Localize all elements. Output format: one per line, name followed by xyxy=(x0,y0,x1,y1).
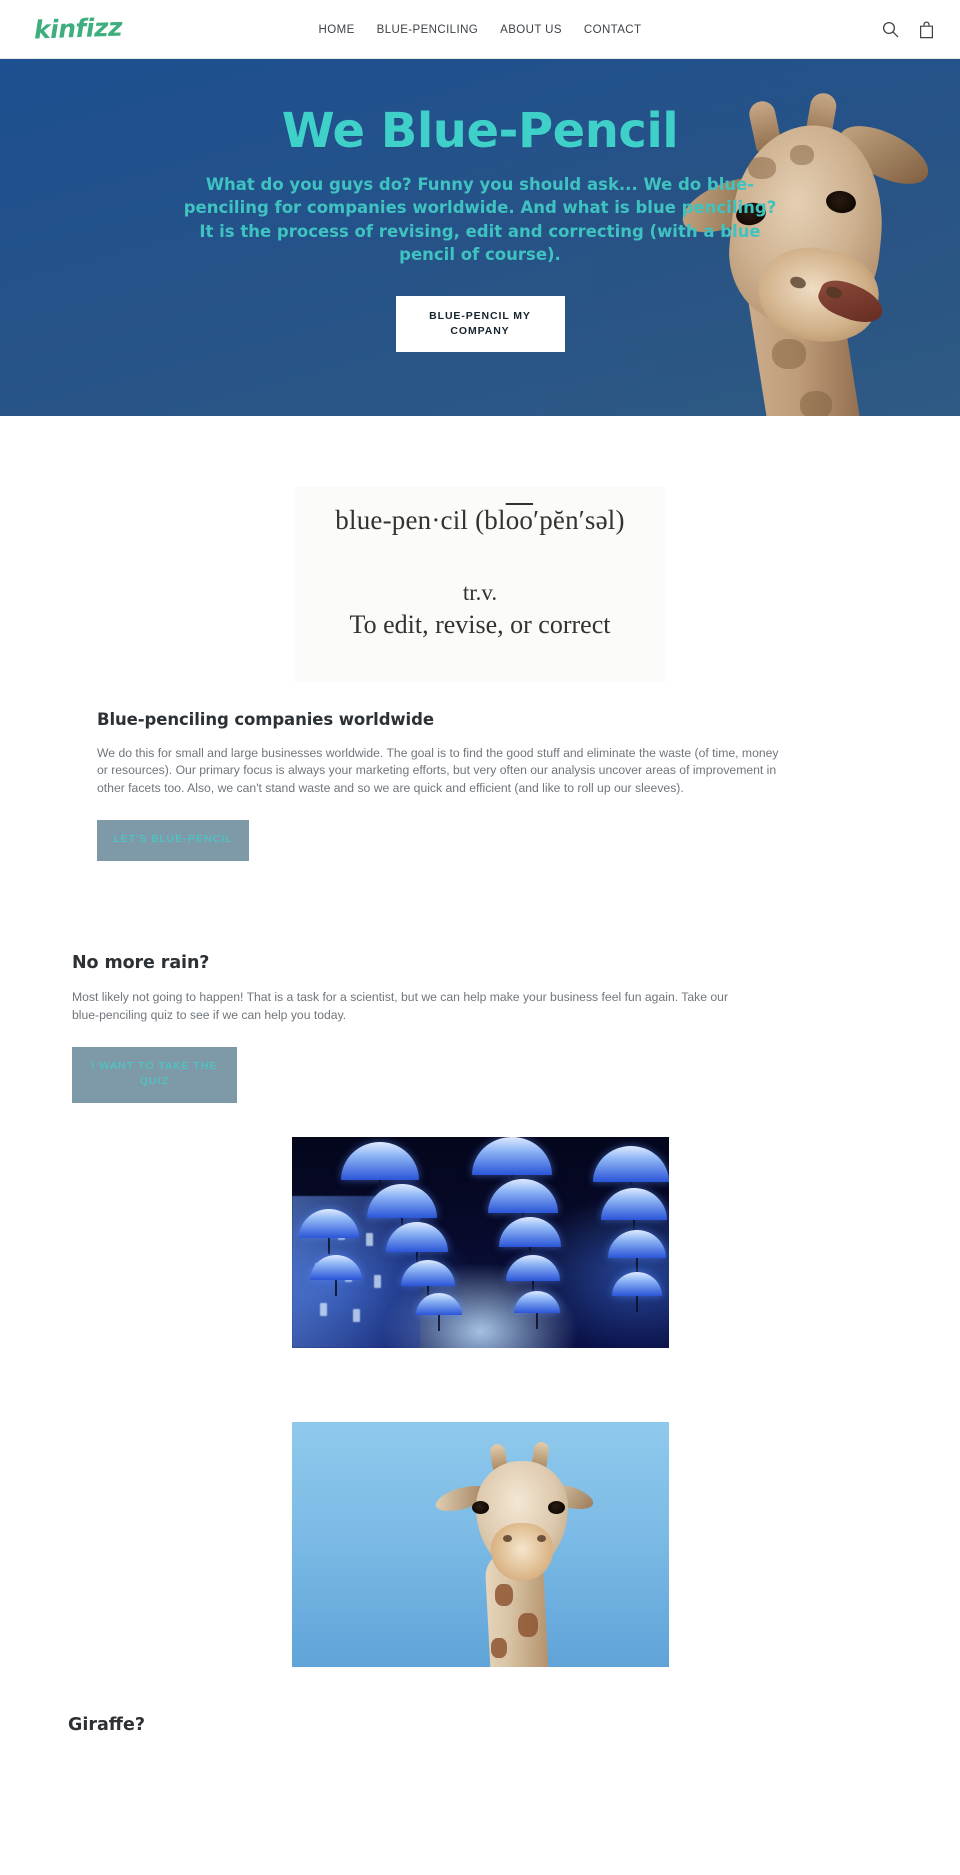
site-header: kinfizz HOME BLUE-PENCILING ABOUT US CON… xyxy=(0,0,960,59)
definition-image: blue-pen·cil (bloo′pĕn′səl) tr.v. To edi… xyxy=(294,487,666,682)
section-body-worldwide: We do this for small and large businesse… xyxy=(97,746,779,795)
lets-blue-pencil-button[interactable]: LET'S BLUE-PENCIL xyxy=(97,819,249,862)
hero-content: We Blue-Pencil What do you guys do? Funn… xyxy=(0,59,960,352)
section-heading-rain: No more rain? xyxy=(72,953,210,974)
shopping-bag-icon[interactable] xyxy=(919,21,934,39)
search-icon[interactable] xyxy=(882,21,899,38)
nav-item-blue-penciling[interactable]: BLUE-PENCILING xyxy=(366,24,489,36)
nav-item-contact[interactable]: CONTACT xyxy=(573,24,653,36)
hero-subtitle: What do you guys do? Funny you should as… xyxy=(183,174,777,265)
hero-cta-button[interactable]: BLUE-PENCIL MY COMPANY xyxy=(395,296,565,352)
definition-term: blue-pen·cil (bloo′pĕn′səl) xyxy=(335,505,625,535)
section-giraffe: Giraffe? xyxy=(0,1667,960,1735)
section-heading-giraffe: Giraffe? xyxy=(68,1715,145,1736)
nav-item-about-us[interactable]: ABOUT US xyxy=(489,24,573,36)
section-heading-worldwide: Blue-penciling companies worldwide xyxy=(97,710,434,729)
section-no-more-rain: No more rain? Most likely not going to h… xyxy=(0,861,960,1104)
header-icon-group xyxy=(882,0,934,59)
definition-part-of-speech: tr.v. xyxy=(462,580,498,605)
giraffe-image-panel xyxy=(0,1348,960,1668)
hero-banner: We Blue-Pencil What do you guys do? Funn… xyxy=(0,59,960,416)
take-quiz-button[interactable]: I WANT TO TAKE THE QUIZ xyxy=(72,1046,237,1104)
hero-title: We Blue-Pencil xyxy=(281,103,679,159)
umbrellas-photo xyxy=(291,1137,669,1349)
giraffe-photo xyxy=(291,1422,669,1668)
section-blue-penciling: Blue-penciling companies worldwide We do… xyxy=(0,682,960,862)
nav-item-home[interactable]: HOME xyxy=(308,24,366,36)
section-body-rain: Most likely not going to happen! That is… xyxy=(72,990,729,1022)
umbrella-image-panel xyxy=(0,1103,960,1349)
main-navigation: HOME BLUE-PENCILING ABOUT US CONTACT xyxy=(0,0,960,59)
definition-section: blue-pen·cil (bloo′pĕn′səl) tr.v. To edi… xyxy=(0,416,960,682)
definition-meaning: To edit, revise, or correct xyxy=(349,610,611,639)
